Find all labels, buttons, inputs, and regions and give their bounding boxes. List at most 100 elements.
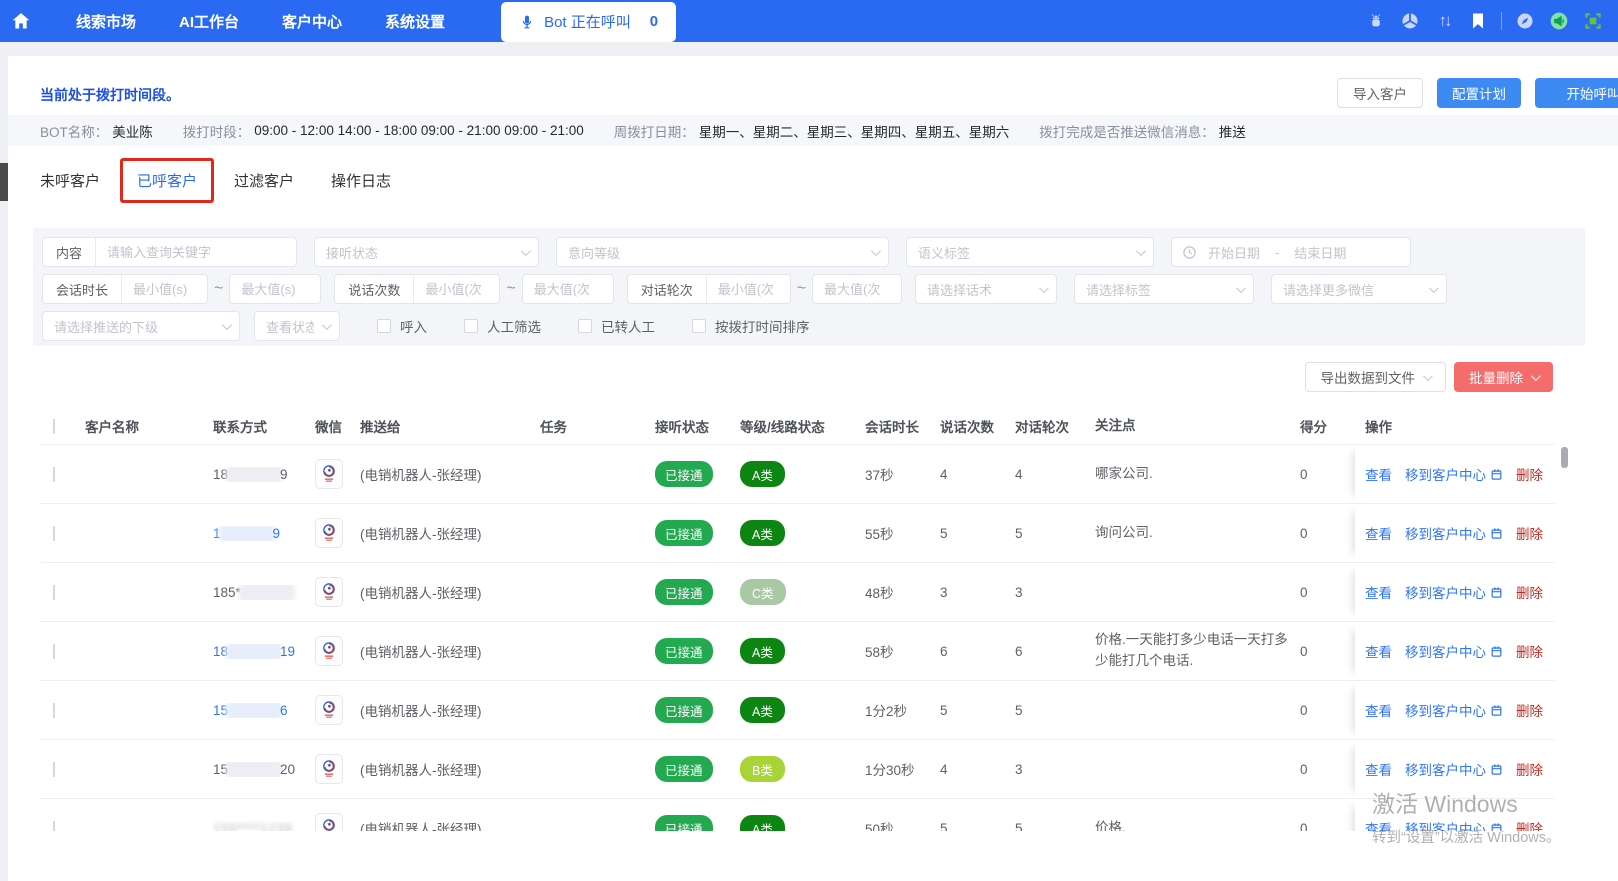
home-icon[interactable]: [9, 9, 33, 33]
wechat-app-logo-icon[interactable]: [315, 695, 343, 725]
filter-checkbox[interactable]: 人工筛选: [464, 316, 541, 336]
grade-badge: A类: [740, 815, 785, 831]
delete-link[interactable]: 删除: [1516, 464, 1543, 484]
select-all-checkbox[interactable]: [53, 418, 55, 434]
delete-link[interactable]: 删除: [1516, 818, 1543, 831]
move-to-customer-center-link[interactable]: 移到客户中心: [1405, 818, 1503, 831]
sort-arrows-icon[interactable]: ↑↓: [1433, 10, 1455, 32]
filter-checkbox[interactable]: 呼入: [377, 316, 427, 336]
filter-checkbox[interactable]: 按拨打时间排序: [692, 316, 810, 336]
import-customers-button[interactable]: 导入客户: [1337, 78, 1423, 108]
answer-status-select[interactable]: 接听状态: [314, 237, 539, 267]
talk-count-min-input[interactable]: [414, 281, 500, 297]
android-icon[interactable]: [1365, 10, 1387, 32]
view-link[interactable]: 查看: [1365, 582, 1392, 602]
megaphone-icon[interactable]: [1548, 10, 1570, 32]
view-link[interactable]: 查看: [1365, 464, 1392, 484]
row-checkbox[interactable]: [53, 525, 55, 541]
semantic-tag-select[interactable]: 语义标签: [906, 237, 1154, 267]
dialog-rounds-min-input[interactable]: [706, 281, 790, 297]
move-icon: [1491, 645, 1502, 657]
answer-status-badge: 已接通: [655, 815, 713, 831]
view-status-label: 查看状态: [266, 319, 314, 335]
move-to-customer-center-link[interactable]: 移到客户中心: [1405, 523, 1503, 543]
nav-item[interactable]: 系统设置: [385, 11, 445, 32]
tab[interactable]: 未呼客户: [40, 170, 100, 191]
dial-period-label: 拨打时段：: [182, 124, 251, 140]
dialog-rounds-max-input[interactable]: [813, 281, 902, 297]
tab[interactable]: 过滤客户: [234, 170, 294, 191]
batch-delete-button[interactable]: 批量删除: [1454, 362, 1553, 392]
wechat-app-logo-icon[interactable]: [315, 813, 343, 831]
answer-status-badge: 已接通: [655, 756, 713, 782]
move-to-customer-center-link[interactable]: 移到客户中心: [1405, 759, 1503, 779]
bot-calling-pill[interactable]: Bot 正在呼叫 0: [501, 1, 677, 42]
cell-talk-count: 5: [940, 702, 948, 718]
screenshot-icon[interactable]: [1582, 10, 1604, 32]
wechat-app-logo-icon[interactable]: [315, 636, 343, 666]
move-to-customer-center-link[interactable]: 移到客户中心: [1405, 641, 1503, 661]
more-wechat-select[interactable]: 请选择更多微信: [1271, 274, 1448, 304]
view-link[interactable]: 查看: [1365, 759, 1392, 779]
keyword-input[interactable]: [96, 244, 296, 260]
table-scrollbar-thumb[interactable]: [1561, 447, 1568, 468]
col-focus: 关注点: [1095, 417, 1136, 433]
compass-icon[interactable]: [1514, 10, 1536, 32]
move-to-customer-center-link[interactable]: 移到客户中心: [1405, 582, 1503, 602]
delete-link[interactable]: 删除: [1516, 582, 1543, 602]
tab[interactable]: 操作日志: [331, 170, 391, 191]
delete-link[interactable]: 删除: [1516, 759, 1543, 779]
intent-level-select[interactable]: 意向等级: [556, 237, 889, 267]
checkbox-icon[interactable]: [692, 319, 706, 333]
move-label: 移到客户中心: [1405, 822, 1486, 831]
row-checkbox[interactable]: [53, 761, 55, 777]
delete-link[interactable]: 删除: [1516, 700, 1543, 720]
chevron-down-icon: [221, 319, 232, 330]
view-link[interactable]: 查看: [1365, 641, 1392, 661]
wechat-app-logo-icon[interactable]: [315, 518, 343, 548]
checkbox-icon[interactable]: [578, 319, 592, 333]
nav-item[interactable]: 线索市场: [76, 11, 136, 32]
row-checkbox[interactable]: [53, 820, 55, 831]
move-to-customer-center-link[interactable]: 移到客户中心: [1405, 464, 1503, 484]
session-duration-max-filter: [229, 274, 322, 304]
wechat-app-logo-icon[interactable]: [315, 459, 343, 489]
view-status-select[interactable]: 查看状态: [254, 311, 340, 341]
checkbox-icon[interactable]: [464, 319, 478, 333]
session-duration-min-input[interactable]: [122, 281, 207, 297]
cell-wechat: [315, 518, 360, 548]
export-data-button[interactable]: 导出数据到文件: [1304, 362, 1446, 392]
row-checkbox[interactable]: [53, 466, 55, 482]
table-row: 19 (电销机器人-张经理) 已接通 A类 55秒 5 5 询问公司. 0 查看…: [40, 503, 1555, 562]
talk-count-max-input[interactable]: [522, 281, 613, 297]
wechat-app-logo-icon[interactable]: [315, 754, 343, 784]
delete-link[interactable]: 删除: [1516, 641, 1543, 661]
wechat-app-logo-icon[interactable]: [315, 577, 343, 607]
nav-item[interactable]: AI工作台: [179, 11, 239, 32]
row-checkbox[interactable]: [53, 643, 55, 659]
grade-badge: C类: [740, 579, 786, 605]
row-checkbox[interactable]: [53, 702, 55, 718]
tag-select[interactable]: 请选择标签: [1074, 274, 1255, 304]
view-link[interactable]: 查看: [1365, 818, 1392, 831]
checkbox-icon[interactable]: [377, 319, 391, 333]
col-push-to: 推送给: [360, 420, 401, 435]
bookmark-icon[interactable]: [1467, 10, 1489, 32]
date-range-picker[interactable]: 开始日期 - 结束日期: [1171, 237, 1411, 267]
aperture-icon[interactable]: [1399, 10, 1421, 32]
filter-checkbox[interactable]: 已转人工: [578, 316, 655, 336]
configure-plan-button[interactable]: 配置计划: [1437, 78, 1521, 108]
row-checkbox[interactable]: [53, 584, 55, 600]
view-link[interactable]: 查看: [1365, 700, 1392, 720]
cell-push-to: (电销机器人-张经理): [360, 527, 482, 542]
script-select[interactable]: 请选择话术: [915, 274, 1058, 304]
start-call-button[interactable]: 开始呼叫: [1535, 78, 1618, 108]
push-subordinate-select[interactable]: 请选择推送的下级: [42, 311, 240, 341]
tab[interactable]: 已呼客户: [120, 157, 215, 203]
nav-item[interactable]: 客户中心: [282, 11, 342, 32]
cell-duration: 55秒: [865, 527, 894, 542]
view-link[interactable]: 查看: [1365, 523, 1392, 543]
session-duration-max-input[interactable]: [230, 281, 321, 297]
delete-link[interactable]: 删除: [1516, 523, 1543, 543]
move-to-customer-center-link[interactable]: 移到客户中心: [1405, 700, 1503, 720]
